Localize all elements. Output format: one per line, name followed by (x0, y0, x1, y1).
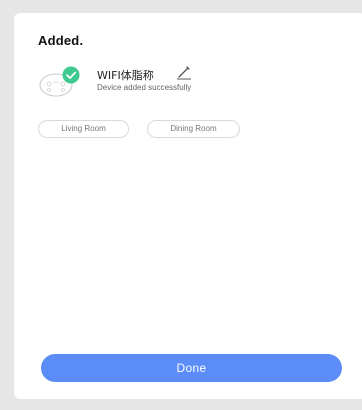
room-chip-living-room[interactable]: Living Room (38, 120, 129, 138)
added-card: Added. WIFI体脂称 Device added successfully… (14, 13, 362, 399)
pencil-edit-icon[interactable] (176, 64, 192, 80)
page-title: Added. (38, 33, 84, 48)
check-badge-icon (62, 66, 80, 84)
room-chip-dining-room[interactable]: Dining Room (147, 120, 240, 138)
device-name: WIFI体脂称 (97, 69, 154, 82)
device-status: Device added successfully (97, 83, 192, 92)
scale-device-icon (39, 66, 80, 97)
done-button[interactable]: Done (41, 354, 342, 382)
device-row: WIFI体脂称 Device added successfully (38, 62, 338, 98)
